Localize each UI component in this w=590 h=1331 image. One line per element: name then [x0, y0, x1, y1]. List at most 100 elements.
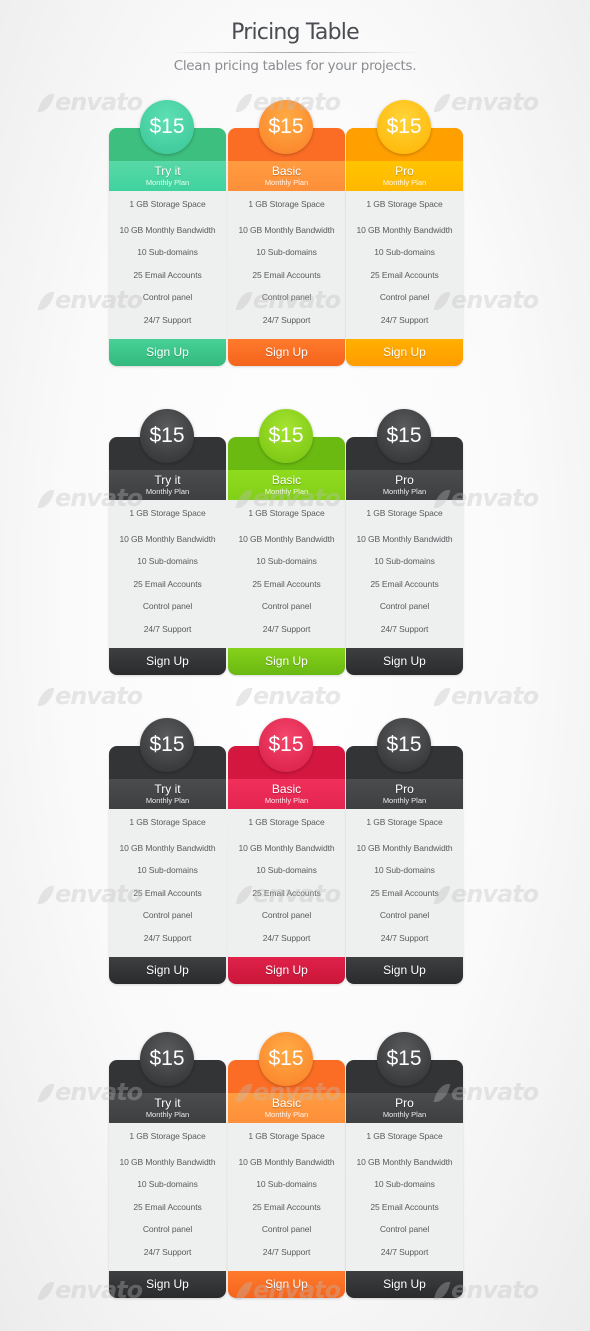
plan-name: Pro — [395, 164, 414, 178]
feature-item: 1 GB Storage Space — [366, 817, 443, 827]
feature-item: 25 Email Accounts — [252, 269, 321, 280]
feature-item: 10 GB Monthly Bandwidth — [119, 224, 216, 235]
sign-up-button[interactable]: Sign Up — [228, 339, 345, 366]
plan-period: Monthly Plan — [145, 796, 190, 805]
leaf-icon — [37, 688, 55, 706]
plan-band: Try it Monthly Plan — [109, 161, 226, 191]
feature-item: 1 GB Storage Space — [248, 199, 325, 209]
feature-item: 24/7 Support — [143, 932, 192, 943]
sign-up-button[interactable]: Sign Up — [346, 957, 463, 984]
plan-name: Basic — [271, 1096, 302, 1110]
feature-item: Control panel — [142, 910, 193, 920]
feature-item: 10 Sub-domains — [374, 556, 435, 566]
sign-up-button[interactable]: Sign Up — [228, 957, 345, 984]
pricing-card: $15 Basic Monthly Plan 1 GB Storage Space 10… — [228, 100, 345, 366]
feature-item: Control panel — [379, 910, 430, 920]
plan-band: Try it Monthly Plan — [109, 470, 226, 500]
price-badge: $15 — [377, 409, 431, 463]
watermark-text: envato — [253, 682, 341, 710]
feature-item: 10 GB Monthly Bandwidth — [356, 224, 453, 235]
plan-band: Try it Monthly Plan — [109, 779, 226, 809]
feature-item: 24/7 Support — [143, 1246, 192, 1257]
plan-period: Monthly Plan — [264, 1110, 309, 1119]
sign-up-button[interactable]: Sign Up — [109, 1271, 226, 1298]
page-subtitle: Clean pricing tables for your projects. — [173, 58, 417, 74]
plan-band: Basic Monthly Plan — [228, 779, 345, 809]
pricing-card: $15 Pro Monthly Plan 1 GB Storage Space 10 G… — [346, 100, 463, 366]
plan-period: Monthly Plan — [382, 178, 427, 187]
feature-list: 1 GB Storage Space 10 GB Monthly Bandwidt… — [228, 809, 345, 944]
feature-item: 25 Email Accounts — [133, 578, 202, 589]
feature-item: Control panel — [261, 601, 312, 611]
feature-item: 24/7 Support — [262, 932, 311, 943]
feature-item: Control panel — [261, 1224, 312, 1234]
pricing-card: $15 Basic Monthly Plan 1 GB Storage Space 10… — [228, 409, 345, 675]
watermark-text: envato — [55, 682, 143, 710]
sign-up-button[interactable]: Sign Up — [346, 339, 463, 366]
pricing-card: $15 Pro Monthly Plan 1 GB Storage Space 10 G… — [346, 1032, 463, 1298]
feature-item: 1 GB Storage Space — [129, 1131, 206, 1141]
feature-list: 1 GB Storage Space 10 GB Monthly Bandwidt… — [228, 191, 345, 326]
plan-period: Monthly Plan — [145, 178, 190, 187]
plan-period: Monthly Plan — [145, 1110, 190, 1119]
plan-name: Basic — [271, 473, 302, 487]
feature-item: Control panel — [261, 292, 312, 302]
feature-item: 24/7 Support — [262, 314, 311, 325]
feature-item: 10 Sub-domains — [374, 1179, 435, 1189]
envato-watermark: envato — [235, 682, 341, 710]
feature-item: 10 Sub-domains — [256, 865, 317, 875]
pricing-card: $15 Basic Monthly Plan 1 GB Storage Space 10… — [228, 718, 345, 984]
feature-item: 10 Sub-domains — [256, 556, 317, 566]
sign-up-button[interactable]: Sign Up — [109, 957, 226, 984]
feature-item: 1 GB Storage Space — [248, 817, 325, 827]
plan-name: Basic — [271, 782, 302, 796]
plan-name: Try it — [154, 782, 181, 796]
plan-name: Try it — [154, 164, 181, 178]
feature-list: 1 GB Storage Space 10 GB Monthly Bandwidt… — [109, 191, 226, 326]
sign-up-button[interactable]: Sign Up — [109, 339, 226, 366]
feature-item: 1 GB Storage Space — [366, 508, 443, 518]
feature-item: 1 GB Storage Space — [129, 508, 206, 518]
sign-up-button[interactable]: Sign Up — [228, 648, 345, 675]
leaf-icon — [37, 886, 55, 904]
sign-up-button[interactable]: Sign Up — [346, 1271, 463, 1298]
feature-item: 10 Sub-domains — [137, 247, 198, 257]
feature-list: 1 GB Storage Space 10 GB Monthly Bandwidt… — [228, 1123, 345, 1258]
feature-item: 1 GB Storage Space — [366, 199, 443, 209]
envato-watermark: envato — [433, 682, 539, 710]
feature-item: 25 Email Accounts — [252, 887, 321, 898]
title-divider — [170, 52, 420, 53]
price-badge: $15 — [259, 100, 313, 154]
watermark-text: envato — [451, 880, 539, 908]
feature-item: 10 GB Monthly Bandwidth — [238, 842, 335, 853]
feature-list: 1 GB Storage Space 10 GB Monthly Bandwidt… — [346, 191, 463, 326]
plan-name: Try it — [154, 1096, 181, 1110]
plan-band: Basic Monthly Plan — [228, 1093, 345, 1123]
feature-item: 25 Email Accounts — [252, 578, 321, 589]
plan-band: Try it Monthly Plan — [109, 1093, 226, 1123]
plan-period: Monthly Plan — [264, 487, 309, 496]
feature-item: 1 GB Storage Space — [129, 199, 206, 209]
feature-item: 10 GB Monthly Bandwidth — [356, 842, 453, 853]
watermark-text: envato — [451, 1276, 539, 1304]
pricing-card: $15 Pro Monthly Plan 1 GB Storage Space 10 G… — [346, 409, 463, 675]
watermark-text: envato — [451, 88, 539, 116]
plan-name: Pro — [395, 782, 414, 796]
price-badge: $15 — [377, 100, 431, 154]
feature-item: 25 Email Accounts — [133, 269, 202, 280]
feature-item: 25 Email Accounts — [370, 578, 439, 589]
sign-up-button[interactable]: Sign Up — [346, 648, 463, 675]
sign-up-button[interactable]: Sign Up — [109, 648, 226, 675]
feature-item: 10 Sub-domains — [256, 247, 317, 257]
plan-band: Basic Monthly Plan — [228, 470, 345, 500]
page-header: Pricing Table Clean pricing tables for y… — [0, 18, 590, 74]
sign-up-button[interactable]: Sign Up — [228, 1271, 345, 1298]
price-badge: $15 — [259, 1032, 313, 1086]
leaf-icon — [37, 1084, 55, 1102]
pricing-set: $15 Try it Monthly Plan 1 GB Storage Space 1… — [109, 409, 463, 679]
leaf-icon — [37, 490, 55, 508]
feature-item: 25 Email Accounts — [370, 887, 439, 898]
feature-list: 1 GB Storage Space 10 GB Monthly Bandwidt… — [228, 500, 345, 635]
leaf-icon — [37, 1282, 55, 1300]
pricing-card: $15 Basic Monthly Plan 1 GB Storage Space 10… — [228, 1032, 345, 1298]
